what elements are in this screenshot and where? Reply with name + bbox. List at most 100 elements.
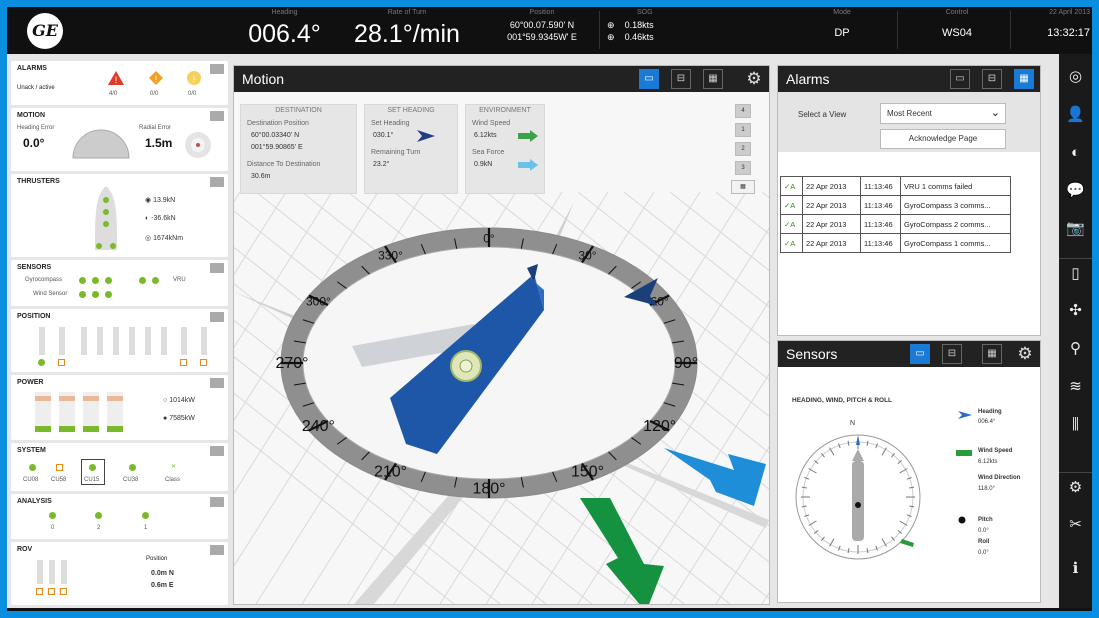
sea-force-label: Sea Force [472, 149, 505, 156]
view-select[interactable]: Most Recent ⌄ [880, 103, 1006, 124]
scale-button-3[interactable]: 3 [735, 161, 751, 175]
acknowledge-page-button[interactable]: Acknowledge Page [880, 129, 1006, 149]
control-readout[interactable]: Control WS04 [912, 7, 1002, 54]
top-status-bar: GE Heading 006.4° Rate of Turn 28.1°/min… [7, 7, 1092, 54]
wind-direction-label: Wind Direction [978, 475, 1021, 481]
expand-grid-icon[interactable] [210, 545, 224, 555]
gear-icon[interactable]: ⚙ [1059, 472, 1092, 502]
user-icon[interactable]: 👤 [1059, 100, 1092, 130]
chat-icon[interactable]: 💬 [1059, 176, 1092, 206]
analysis-summary[interactable]: ANALYSIS 0 2 1 [11, 494, 228, 539]
grid-view-icon[interactable]: ▦ [982, 344, 1002, 364]
minimize-view-icon[interactable]: ⊟ [671, 69, 691, 89]
tools-icon[interactable]: ✂ [1059, 510, 1092, 540]
destination-header: DESTINATION [275, 107, 322, 114]
position-readout: Position 60°00.07.590' N 001°59.9345W' E [492, 7, 592, 54]
alarms-summary[interactable]: ALARMS Unack / active ! 4/0 ! 0/0 ! 0/0 [11, 61, 228, 105]
environment-header: ENVIRONMENT [479, 107, 531, 114]
compass-degree-label: 150° [571, 464, 604, 481]
rov-summary[interactable]: ROV Position 0.0m N 0.6m E [11, 542, 228, 605]
pitch-dot-icon [958, 516, 966, 524]
alarm-message-cell: GyroCompass 1 comms... [900, 233, 1011, 253]
power-summary[interactable]: POWER ○ 1014kW ● 7585kW [11, 375, 228, 440]
sensors-panel: Sensors ▭ ⊟ ▦ ⚙ HEADING, WIND, PITCH & R… [777, 340, 1041, 603]
radial-error-label: Radial Error [139, 125, 172, 131]
monitor-view-icon[interactable]: ▭ [639, 69, 659, 89]
scale-button-4[interactable]: 4 [735, 104, 751, 118]
remote-icon[interactable]: ▯ [1059, 258, 1092, 288]
expand-grid-icon[interactable] [210, 446, 224, 456]
rov-summary-title: ROV [17, 546, 33, 553]
gear-icon[interactable]: ⚙ [743, 68, 765, 90]
expand-grid-icon[interactable] [210, 497, 224, 507]
thruster-surge: 13.9kN [153, 197, 176, 204]
right-nav-bar: ◎ 👤 ◐ 💬 📷 ▯ ✣ ⚲ ≋ ⫼ ⚙ ✂ ℹ [1059, 54, 1092, 611]
grid-view-icon[interactable]: ▦ [703, 69, 723, 89]
expand-grid-icon[interactable] [210, 263, 224, 273]
alarm-time-cell: 11:13:46 [860, 214, 901, 234]
alarm-row[interactable]: ✓A 22 Apr 2013 11:13:46 VRU 1 comms failed [780, 176, 1011, 196]
remaining-turn-label: Remaining Turn [371, 149, 421, 156]
class-icon: ✕ [171, 464, 177, 470]
info-icon[interactable]: ℹ [1059, 554, 1092, 584]
grid-view-icon[interactable]: ▦ [1014, 69, 1034, 89]
minimize-view-icon[interactable]: ⊟ [982, 69, 1002, 89]
alarm-row[interactable]: ✓A 22 Apr 2013 11:13:46 GyroCompass 2 comms… [780, 214, 1011, 234]
sensor-gyro-label: Gyrocompass [25, 277, 63, 283]
minimize-view-icon[interactable]: ⊟ [942, 344, 962, 364]
compass-degree-label: 240° [302, 418, 335, 435]
system-summary[interactable]: SYSTEM CU08 CU58 CU15 CU38 ✕ Class [11, 443, 228, 491]
destination-lat: 60°00.03340' N [251, 132, 300, 139]
compass-degree-label: 90° [674, 355, 698, 372]
thrusters-summary[interactable]: THRUSTERS ◉ 13.9kN ◐ -36.6kN ◎ 1674kNm [11, 174, 228, 257]
alarm-date-cell: 22 Apr 2013 [802, 176, 861, 196]
set-heading-box[interactable]: SET HEADING Set Heading 030.1° Remaining… [364, 104, 458, 194]
contrast-icon[interactable]: ◐ [1059, 138, 1092, 168]
monitor-view-icon[interactable]: ▭ [910, 344, 930, 364]
expand-grid-icon[interactable] [210, 312, 224, 322]
scale-button-1[interactable]: 1 [735, 123, 751, 137]
compass-degree-label: 300° [306, 294, 331, 308]
target-icon[interactable]: ◎ [1059, 62, 1092, 92]
vessel-icon [852, 461, 864, 541]
map-pin-icon[interactable]: ⚲ [1059, 334, 1092, 364]
sensor-compass [795, 434, 921, 560]
alarm-row[interactable]: ✓A 22 Apr 2013 11:13:46 GyroCompass 1 comms… [780, 233, 1011, 253]
sog-value-1: 0.18kts [624, 20, 654, 30]
waves-icon[interactable]: ≋ [1059, 372, 1092, 402]
expand-grid-icon[interactable] [210, 111, 224, 121]
motion-summary[interactable]: MOTION Heading Error 0.0° Radial Error 1… [11, 108, 228, 171]
expand-grid-icon[interactable] [210, 177, 224, 187]
thruster-icon[interactable]: ✣ [1059, 296, 1092, 326]
camera-icon[interactable]: 📷 [1059, 214, 1092, 244]
time-value: 13:32:17 [1047, 27, 1090, 39]
alarm-row[interactable]: ✓A 22 Apr 2013 11:13:46 GyroCompass 3 comms… [780, 195, 1011, 215]
roll-value: 0.0° [978, 550, 989, 556]
motion-panel-title: Motion [242, 71, 285, 87]
grid-toggle-icon[interactable]: ▦ [731, 180, 755, 194]
mode-readout[interactable]: Mode DP [797, 7, 887, 54]
wind-speed-label: Wind Speed [978, 448, 1013, 454]
vessel-thruster-diagram [95, 186, 117, 250]
force-icon: ◉ [145, 197, 152, 204]
system-item: CU15 [84, 477, 100, 483]
force-icon: ◐ [145, 215, 150, 222]
alarm-ack-cell: ✓A [780, 176, 803, 196]
monitor-view-icon[interactable]: ▭ [950, 69, 970, 89]
compass-degree-label: 120° [643, 418, 676, 435]
wind-speed-value: 6.12kts [978, 459, 998, 465]
equalizer-icon[interactable]: ⫼ [1059, 410, 1092, 440]
position-summary[interactable]: POSITION [11, 309, 228, 372]
expand-grid-icon[interactable] [210, 378, 224, 388]
destination-box[interactable]: DESTINATION Destination Position 60°00.0… [240, 104, 357, 194]
alarm-date-cell: 22 Apr 2013 [802, 195, 861, 215]
alarm-critical-icon: ! [108, 71, 124, 85]
thruster-sway: -36.6kN [151, 215, 176, 222]
gear-icon[interactable]: ⚙ [1014, 343, 1036, 365]
alarm-warning-count: 0/0 [150, 91, 159, 97]
environment-box[interactable]: ENVIRONMENT Wind Speed 6.12kts Sea Force… [465, 104, 545, 194]
scale-button-2[interactable]: 2 [735, 142, 751, 156]
sensors-summary[interactable]: SENSORS Gyrocompass VRU Wind Sensor [11, 260, 228, 306]
expand-grid-icon[interactable] [210, 64, 224, 74]
alarm-caution-icon: ! [187, 71, 201, 85]
